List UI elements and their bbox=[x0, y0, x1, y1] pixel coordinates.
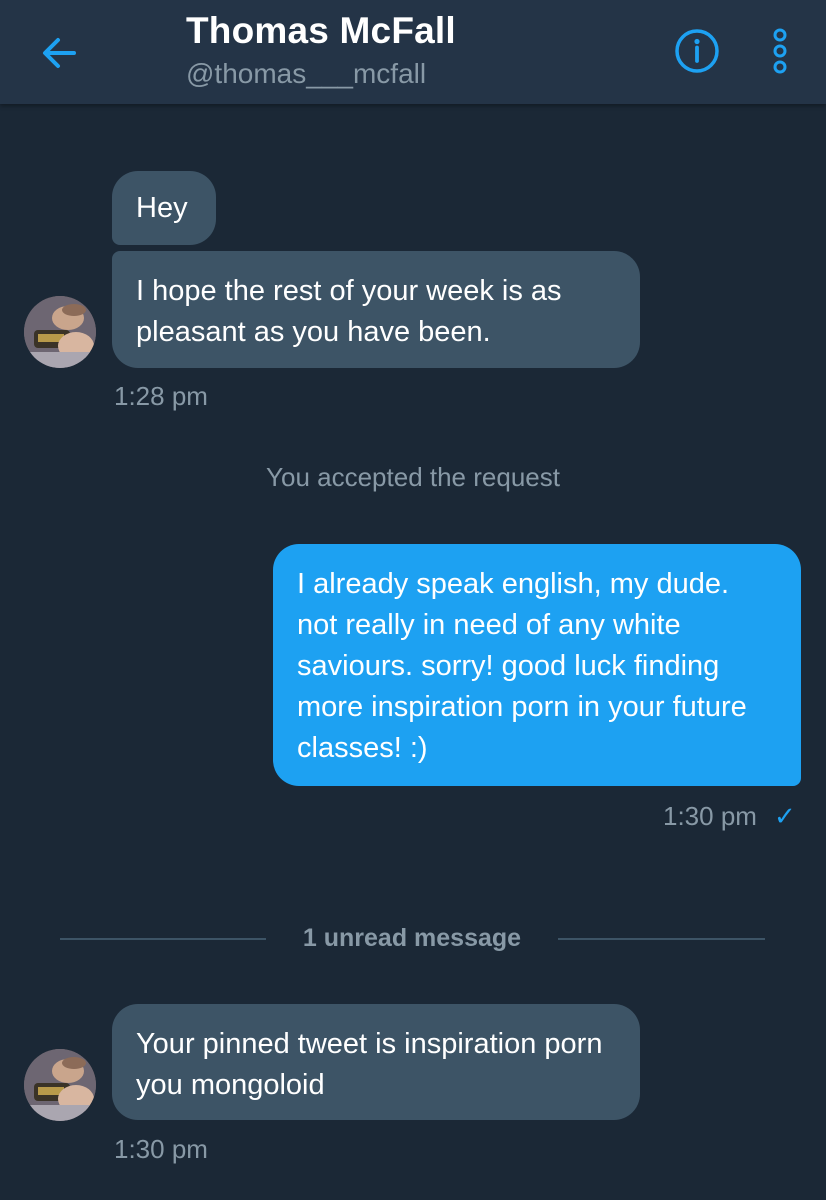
avatar-photo-icon bbox=[24, 1049, 96, 1121]
message-timestamp: 1:30 pm bbox=[663, 801, 757, 831]
conversation-handle: @thomas___mcfall bbox=[186, 58, 427, 89]
system-message: You accepted the request bbox=[266, 462, 560, 492]
incoming-message-bubble[interactable]: Hey bbox=[112, 171, 216, 245]
incoming-message-bubble[interactable]: I hope the rest of your week is as pleas… bbox=[112, 251, 640, 368]
conversation-header: Thomas McFall @thomas___mcfall bbox=[0, 0, 826, 104]
more-options-button[interactable] bbox=[768, 26, 792, 76]
message-timestamp: 1:30 pm bbox=[114, 1134, 208, 1164]
incoming-message-bubble[interactable]: Your pinned tweet is inspiration porn yo… bbox=[112, 1004, 640, 1120]
arrow-left-icon bbox=[43, 38, 76, 68]
avatar-photo-icon bbox=[24, 296, 96, 368]
outgoing-message-bubble[interactable]: I already speak english, my dude. not re… bbox=[273, 544, 801, 786]
unread-divider-label: 1 unread message bbox=[302, 924, 522, 952]
dm-conversation-screen: Thomas McFall @thomas___mcfall Hey I hop… bbox=[0, 0, 826, 1200]
sender-avatar[interactable] bbox=[24, 1049, 96, 1121]
divider-line bbox=[60, 938, 266, 940]
conversation-title: Thomas McFall bbox=[186, 10, 456, 51]
sender-avatar[interactable] bbox=[24, 296, 96, 368]
info-icon bbox=[675, 29, 719, 73]
message-timestamp: 1:28 pm bbox=[114, 381, 208, 411]
divider-line bbox=[558, 938, 765, 940]
info-button[interactable] bbox=[674, 28, 720, 74]
more-vertical-icon bbox=[773, 28, 787, 74]
sent-check-icon: ✓ bbox=[774, 801, 796, 831]
back-button[interactable] bbox=[34, 28, 84, 78]
